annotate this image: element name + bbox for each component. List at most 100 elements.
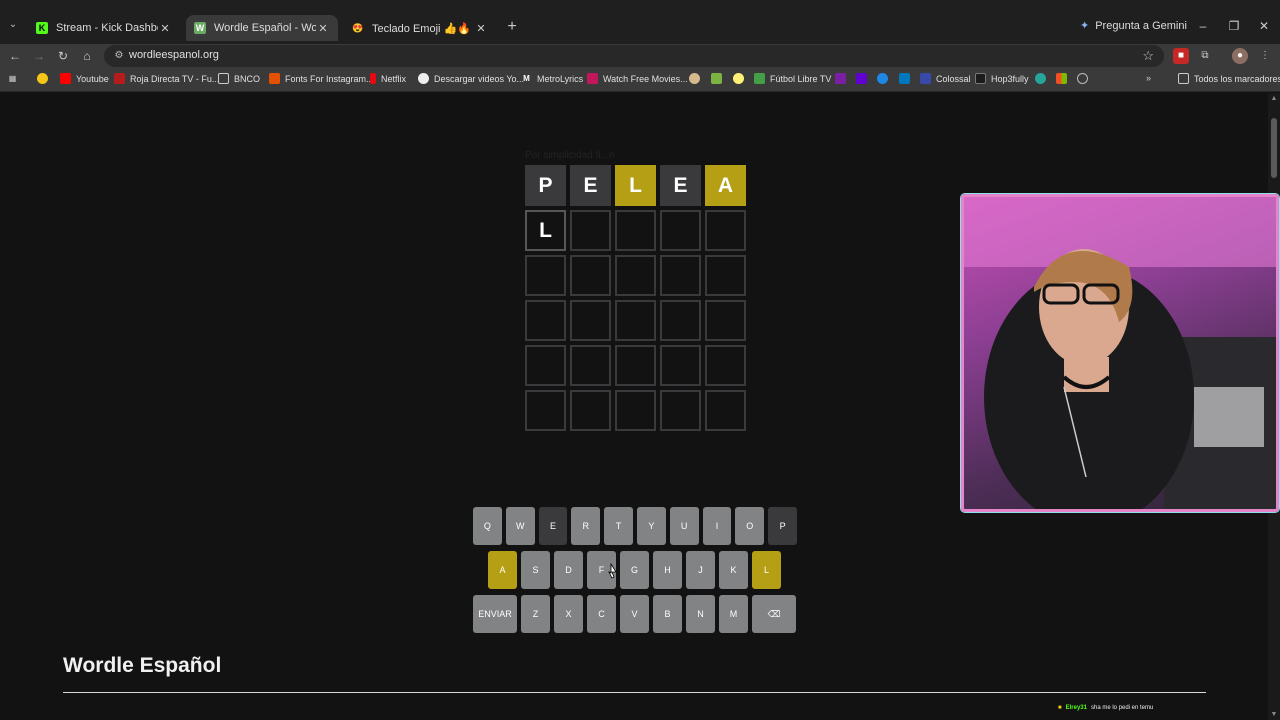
roja-directa-icon xyxy=(114,73,125,84)
game-board: PELEAL xyxy=(525,165,746,435)
page-title: Wordle Español xyxy=(63,654,222,677)
kick-icon: K xyxy=(36,22,48,34)
key-u[interactable]: U xyxy=(669,507,699,545)
chat-badge-icon: ■ xyxy=(1058,705,1062,711)
profile-avatar[interactable]: ● xyxy=(1232,48,1248,64)
scrollbar-thumb[interactable] xyxy=(1271,118,1277,178)
key-a[interactable]: A xyxy=(488,551,517,589)
bookmark-futbol-libre[interactable]: Fútbol Libre TV xyxy=(754,73,831,84)
key-q[interactable]: Q xyxy=(473,507,502,545)
extensions-puzzle-icon[interactable]: ⧉ xyxy=(1197,48,1213,64)
key-t[interactable]: T xyxy=(604,507,633,545)
emoji-icon: 😍 xyxy=(352,22,364,33)
bookmark-netflix[interactable]: Netflix xyxy=(370,73,406,84)
board-tile xyxy=(570,255,611,296)
bookmark-label: Fútbol Libre TV xyxy=(770,73,832,84)
close-window-icon[interactable]: ✕ xyxy=(1254,19,1274,33)
key-i[interactable]: I xyxy=(702,507,732,545)
bookmark-purple-icon[interactable] xyxy=(835,73,846,84)
reload-icon[interactable]: ↻ xyxy=(55,48,71,64)
key-l[interactable]: L xyxy=(752,551,781,589)
key-s[interactable]: S xyxy=(521,551,550,589)
key-r[interactable]: R xyxy=(571,507,601,545)
extension-red-icon[interactable]: ■ xyxy=(1173,48,1189,64)
bookmark-star-icon[interactable]: ☆ xyxy=(1142,48,1154,64)
tab-wordle-espanol[interactable]: W Wordle Español - Wordle ilimitado ✕ xyxy=(186,15,338,41)
folder-icon xyxy=(218,73,229,84)
bookmark-hop3fully[interactable]: Hop3fully xyxy=(975,73,1029,84)
tab-kick-dashboard[interactable]: K Stream - Kick Dashboard ✕ xyxy=(28,15,180,41)
key-x[interactable]: X xyxy=(554,595,583,633)
key-d[interactable]: D xyxy=(554,551,583,589)
apps-grid-icon[interactable]: ▦ xyxy=(7,73,18,84)
address-bar[interactable]: ⚙ wordleespanol.org ☆ xyxy=(104,45,1164,67)
board-tile xyxy=(660,345,701,386)
webcam-overlay xyxy=(961,194,1279,512)
board-tile xyxy=(705,255,746,296)
new-tab-icon[interactable]: + xyxy=(504,19,520,35)
bookmark-cat-icon[interactable] xyxy=(689,73,700,84)
key-k[interactable]: K xyxy=(719,551,748,589)
key-y[interactable]: Y xyxy=(636,507,666,545)
key-w[interactable]: W xyxy=(505,507,535,545)
key-e[interactable]: E xyxy=(538,507,568,545)
key-b[interactable]: B xyxy=(653,595,682,633)
bookmark-globe-icon[interactable] xyxy=(1077,73,1088,84)
board-tile xyxy=(705,345,746,386)
restore-icon[interactable]: ❐ xyxy=(1224,19,1244,33)
bookmark-bnco[interactable]: BNCO xyxy=(218,73,260,84)
bookmark-weather-icon[interactable] xyxy=(1035,73,1046,84)
hop3fully-icon xyxy=(975,73,986,84)
key-c[interactable]: C xyxy=(587,595,616,633)
home-icon[interactable]: ⌂ xyxy=(79,48,95,64)
close-tab-icon[interactable]: ✕ xyxy=(158,22,172,35)
key-n[interactable]: N xyxy=(686,595,715,633)
key-z[interactable]: Z xyxy=(521,595,550,633)
bookmark-watch-free-movies[interactable]: Watch Free Movies... xyxy=(587,73,688,84)
bookmark-game-icon[interactable] xyxy=(711,73,722,84)
key-g[interactable]: G xyxy=(620,551,649,589)
gemini-sparkle-icon: ✦ xyxy=(1080,20,1090,32)
site-info-icon[interactable]: ⚙ xyxy=(112,49,126,63)
backspace-icon[interactable]: ⌫ xyxy=(752,595,796,633)
colossal-icon xyxy=(920,73,931,84)
bookmark-cloud-icon[interactable] xyxy=(733,73,744,84)
bookmark-metrolyrics[interactable]: M MetroLyrics xyxy=(521,73,583,84)
bookmark-blue-icon[interactable] xyxy=(877,73,888,84)
tab-search-icon[interactable]: ⌄ xyxy=(6,19,20,33)
bookmark-label: Colossal xyxy=(936,73,971,84)
key-p[interactable]: P xyxy=(768,507,797,545)
back-icon[interactable]: ← xyxy=(7,48,23,64)
close-tab-icon[interactable]: ✕ xyxy=(316,22,330,35)
minimize-icon[interactable]: – xyxy=(1193,19,1213,33)
bookmark-yahoo-icon[interactable] xyxy=(856,73,867,84)
key-v[interactable]: V xyxy=(620,595,649,633)
bookmark-youtube[interactable]: Youtube xyxy=(60,73,109,84)
bookmark-c-icon[interactable] xyxy=(899,73,910,84)
key-m[interactable]: M xyxy=(719,595,748,633)
board-tile xyxy=(570,345,611,386)
more-bookmarks-icon[interactable]: » xyxy=(1146,73,1151,83)
keyboard-row: QWERTYUIOP xyxy=(473,507,797,545)
all-bookmarks-folder[interactable]: Todos los marcadores xyxy=(1178,73,1280,84)
forward-icon[interactable]: → xyxy=(31,48,47,64)
enviar-button[interactable]: ENVIAR xyxy=(473,595,517,633)
bookmark-microsoft-icon[interactable] xyxy=(1056,73,1067,84)
gemini-button[interactable]: ✦ Pregunta a Gemini xyxy=(1080,19,1187,33)
bookmark-fonts-instagram[interactable]: Fonts For Instagram... xyxy=(269,73,374,84)
bookmark-descargar-videos[interactable]: Descargar videos Yo... xyxy=(418,73,524,84)
key-j[interactable]: J xyxy=(686,551,715,589)
bookmark-label: MetroLyrics xyxy=(537,73,584,84)
more-menu-icon[interactable]: ⋮ xyxy=(1257,48,1273,64)
close-tab-icon[interactable]: ✕ xyxy=(474,22,488,35)
board-tile xyxy=(615,345,656,386)
bookmark-emoji-icon[interactable] xyxy=(37,73,48,84)
bookmark-label: Netflix xyxy=(381,73,407,84)
bookmark-colossal[interactable]: Colossal xyxy=(920,73,971,84)
bookmark-roja-directa[interactable]: Roja Directa TV - Fu... xyxy=(114,73,219,84)
key-o[interactable]: O xyxy=(735,507,765,545)
tab-teclado-emoji[interactable]: 😍 Teclado Emoji 👍🔥 395 ✕ xyxy=(344,15,496,41)
metrolyrics-icon: M xyxy=(523,74,530,83)
key-h[interactable]: H xyxy=(653,551,682,589)
board-row xyxy=(525,300,746,341)
